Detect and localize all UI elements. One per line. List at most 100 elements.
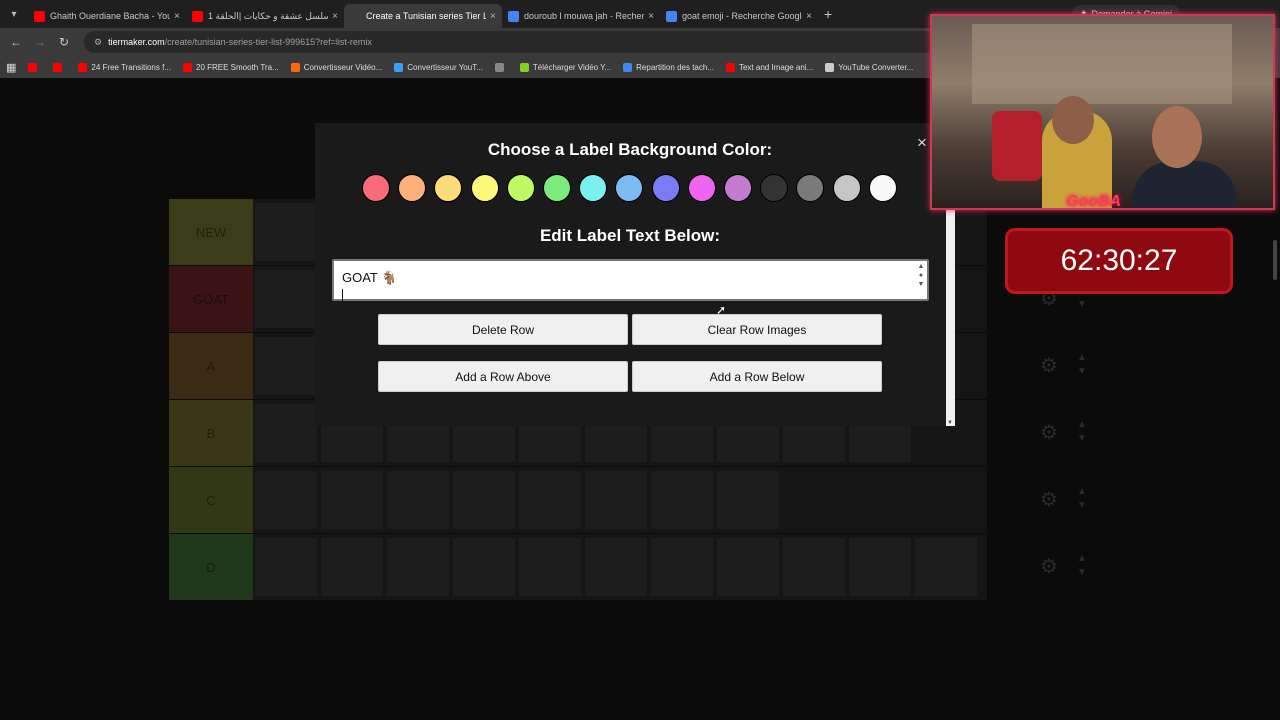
bookmark-item[interactable]: Télécharger Vidéo Y... [519, 62, 611, 72]
series-thumbnail[interactable] [453, 538, 515, 596]
streamer-right [1132, 161, 1237, 208]
series-thumbnail[interactable] [651, 471, 713, 529]
browser-tab[interactable]: goat emoji - Recherche Google × [660, 4, 818, 28]
delete-row-button[interactable]: Delete Row [378, 314, 628, 345]
bookmark-item[interactable] [494, 62, 508, 72]
row-move-arrows-icon[interactable]: ▲▼ [1077, 418, 1087, 446]
close-icon[interactable]: × [917, 133, 927, 153]
row-move-arrows-icon[interactable]: ▲▼ [1077, 485, 1087, 513]
tab-search-icon[interactable]: ▾ [0, 9, 28, 20]
bookmark-item[interactable]: Convertisseur Vidéo... [290, 62, 382, 72]
tier-label[interactable]: C [169, 467, 253, 533]
tab-close-icon[interactable]: × [806, 11, 812, 22]
series-thumbnail[interactable] [717, 471, 779, 529]
bookmark-item[interactable]: Convertisseur YouT... [394, 62, 483, 72]
row-move-arrows-icon[interactable]: ▲▼ [1077, 552, 1087, 580]
color-swatch[interactable] [760, 174, 789, 202]
tab-close-icon[interactable]: × [174, 11, 180, 22]
color-swatch[interactable] [362, 174, 390, 202]
color-swatch[interactable] [579, 174, 608, 202]
series-thumbnail[interactable] [387, 471, 449, 529]
bookmark-item[interactable]: YouTube Converter... [825, 62, 914, 72]
series-thumbnail[interactable] [255, 270, 317, 328]
series-thumbnail[interactable] [255, 404, 317, 462]
bookmark-item[interactable] [53, 62, 66, 72]
color-swatch[interactable] [543, 174, 571, 202]
series-thumbnail[interactable] [717, 538, 779, 596]
color-swatch[interactable] [506, 174, 535, 202]
page-scrollbar[interactable] [1271, 210, 1279, 720]
series-thumbnail[interactable] [651, 538, 713, 596]
tab-close-icon[interactable]: × [648, 11, 654, 22]
series-thumbnail[interactable] [255, 337, 317, 395]
bookmark-label: YouTube Converter... [838, 62, 914, 72]
series-thumbnail[interactable] [321, 538, 383, 596]
new-tab-button[interactable]: + [824, 6, 832, 22]
tab-close-icon[interactable]: × [490, 11, 496, 22]
row-settings-icon[interactable]: ⚙ [1040, 353, 1058, 378]
color-swatch[interactable] [470, 174, 499, 202]
bookmark-favicon-icon [494, 62, 504, 72]
bookmark-item[interactable]: Repartition des tach... [623, 62, 714, 72]
series-thumbnail[interactable] [915, 538, 977, 596]
tier-row[interactable] [253, 534, 987, 600]
scroll-down-icon[interactable]: ▼ [947, 420, 953, 426]
edit-label-title: Edit Label Text Below: [539, 226, 721, 245]
series-thumbnail[interactable] [255, 203, 317, 261]
browser-tab[interactable]: Create a Tunisian series Tier Li × [344, 4, 502, 28]
series-thumbnail[interactable] [255, 471, 317, 529]
bookmark-item[interactable] [28, 62, 41, 72]
clear-row-images-button[interactable]: Clear Row Images [632, 314, 882, 345]
color-swatch[interactable] [398, 174, 427, 202]
series-thumbnail[interactable] [519, 471, 581, 529]
color-swatch[interactable] [724, 174, 752, 202]
browser-tab[interactable]: douroub l mouwa jah - Recherc × [502, 4, 660, 28]
tier-label[interactable]: NEW [169, 199, 253, 265]
series-thumbnail[interactable] [783, 538, 845, 596]
bookmark-favicon-icon [519, 62, 529, 72]
series-thumbnail[interactable] [849, 538, 911, 596]
add-row-above-button[interactable]: Add a Row Above [378, 361, 628, 392]
series-thumbnail[interactable] [453, 471, 515, 529]
modal-title: Choose a Label Background Color: [487, 140, 773, 159]
series-thumbnail[interactable] [255, 538, 317, 596]
tab-close-icon[interactable]: × [332, 11, 338, 22]
tier-row[interactable] [253, 467, 987, 533]
bookmark-item[interactable]: 24 Free Transitions f... [78, 62, 171, 72]
series-thumbnail[interactable] [519, 538, 581, 596]
textarea-scrollbar[interactable]: ▲ ● ▼ [917, 262, 925, 298]
page-scroll-thumb[interactable] [1273, 240, 1277, 280]
row-settings-icon[interactable]: ⚙ [1040, 554, 1058, 579]
bookmark-item[interactable]: Text and Image ani... [725, 62, 813, 72]
color-swatch[interactable] [868, 174, 897, 202]
browser-tab[interactable]: مسلسل عشقة و حكايات |الحلقة 1 × [186, 4, 344, 28]
series-thumbnail[interactable] [585, 538, 647, 596]
row-move-arrows-icon[interactable]: ▲▼ [1077, 351, 1087, 379]
tier-label[interactable]: D [169, 534, 253, 600]
series-thumbnail[interactable] [387, 538, 449, 596]
bookmark-favicon-icon [825, 62, 835, 72]
tier-label[interactable]: A [169, 333, 253, 399]
tier-label[interactable]: GOAT [169, 266, 253, 332]
tier-label[interactable]: B [169, 400, 253, 466]
series-thumbnail[interactable] [321, 471, 383, 529]
bookmark-favicon-icon [394, 62, 404, 72]
forward-icon[interactable]: → [28, 35, 52, 49]
series-thumbnail[interactable] [585, 471, 647, 529]
site-info-icon[interactable]: ⚙ [94, 37, 102, 48]
back-icon[interactable]: ← [4, 35, 28, 49]
color-swatch[interactable] [687, 174, 716, 202]
webcam-overlay [930, 14, 1275, 210]
row-settings-icon[interactable]: ⚙ [1040, 420, 1058, 445]
label-text-input[interactable]: GOAT 🐐 [332, 259, 929, 301]
reload-icon[interactable]: ↻ [52, 35, 76, 49]
bookmark-item[interactable]: 20 FREE Smooth Tra... [183, 62, 279, 72]
color-swatch[interactable] [832, 174, 861, 202]
tab-favicon-icon [508, 10, 519, 22]
color-swatch[interactable] [651, 174, 680, 202]
url-field[interactable]: ⚙ tiermaker.com/create/tunisian-series-t… [84, 31, 944, 53]
add-row-below-button[interactable]: Add a Row Below [632, 361, 882, 392]
row-settings-icon[interactable]: ⚙ [1040, 487, 1058, 512]
apps-grid-icon[interactable]: ▦ [6, 61, 16, 74]
browser-tab[interactable]: Ghaith Ouerdiane Bacha - YouT × [28, 4, 186, 28]
